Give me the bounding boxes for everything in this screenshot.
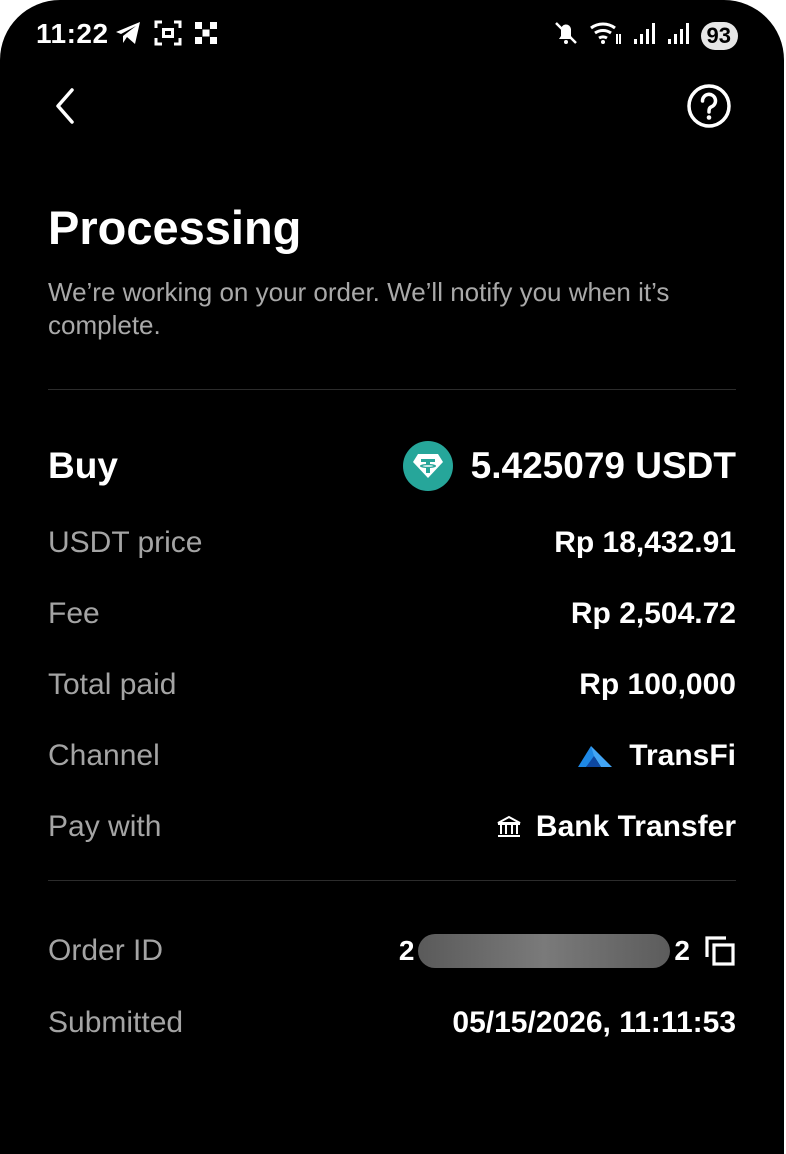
order-id-label: Order ID xyxy=(48,934,164,967)
order-id-row: Order ID 2 2 xyxy=(48,930,736,972)
detail-row-fee: Fee Rp 2,504.72 xyxy=(48,593,736,635)
order-id-start: 2 xyxy=(398,935,415,966)
app-grid-icon xyxy=(194,21,218,50)
signal-icon xyxy=(633,21,657,50)
order-id-value: 2 2 xyxy=(399,934,736,968)
phone-screen: 11:22 93 Processing We’re working on you… xyxy=(0,0,784,1154)
pay-with-name: Bank Transfer xyxy=(535,810,736,843)
signal-icon xyxy=(667,21,691,50)
screen-capture-icon xyxy=(154,20,182,51)
help-circle-icon xyxy=(687,84,731,128)
submitted-label: Submitted xyxy=(48,1006,184,1039)
battery-indicator: 93 xyxy=(700,21,738,50)
pay-with-value: Bank Transfer xyxy=(496,810,736,844)
status-right-icons: 93 xyxy=(553,20,738,51)
divider xyxy=(48,389,736,390)
detail-row-usdt-price: USDT price Rp 18,432.91 xyxy=(48,522,736,564)
detail-row-total-paid: Total paid Rp 100,000 xyxy=(48,664,736,706)
status-bar: 11:22 93 xyxy=(0,0,784,70)
channel-value: TransFi xyxy=(577,739,736,773)
order-id-end: 2 xyxy=(674,935,690,966)
detail-row-pay-with: Pay with Bank Transfer xyxy=(48,806,736,848)
page-title: Processing xyxy=(48,201,302,254)
submitted-row: Submitted 05/15/2026, 11:11:53 xyxy=(48,1002,736,1044)
mute-icon xyxy=(553,20,579,51)
channel-name: TransFi xyxy=(629,739,736,772)
buy-label: Buy xyxy=(48,445,118,486)
divider xyxy=(48,880,736,881)
submitted-value: 05/15/2026, 11:11:53 xyxy=(452,1006,736,1039)
status-left-icons xyxy=(114,20,218,51)
transfi-logo-icon xyxy=(577,743,613,769)
status-time: 11:22 xyxy=(36,18,109,49)
detail-value: Rp 18,432.91 xyxy=(554,526,736,559)
wifi-icon xyxy=(589,20,623,51)
buy-value: 5.425079 USDT xyxy=(402,441,736,491)
help-button[interactable] xyxy=(686,83,732,129)
detail-label: Fee xyxy=(48,597,100,630)
detail-value: Rp 2,504.72 xyxy=(570,597,736,630)
tether-usdt-icon xyxy=(402,441,453,491)
copy-button[interactable] xyxy=(704,935,736,967)
detail-label: Channel xyxy=(48,739,160,772)
copy-icon xyxy=(705,936,735,966)
detail-label: USDT price xyxy=(48,526,203,559)
detail-label: Pay with xyxy=(48,810,162,843)
detail-row-channel: Channel TransFi xyxy=(48,735,736,777)
page-subtitle: We’re working on your order. We’ll notif… xyxy=(48,277,670,340)
detail-value: Rp 100,000 xyxy=(579,668,736,701)
buy-amount: 5.425079 USDT xyxy=(470,445,736,486)
telegram-icon xyxy=(114,20,142,51)
buy-row: Buy 5.425079 USDT xyxy=(48,438,736,494)
detail-label: Total paid xyxy=(48,668,177,701)
chevron-left-icon xyxy=(56,88,74,124)
back-button[interactable] xyxy=(46,84,86,128)
bank-icon xyxy=(496,815,522,839)
redacted-order-id xyxy=(418,934,671,968)
